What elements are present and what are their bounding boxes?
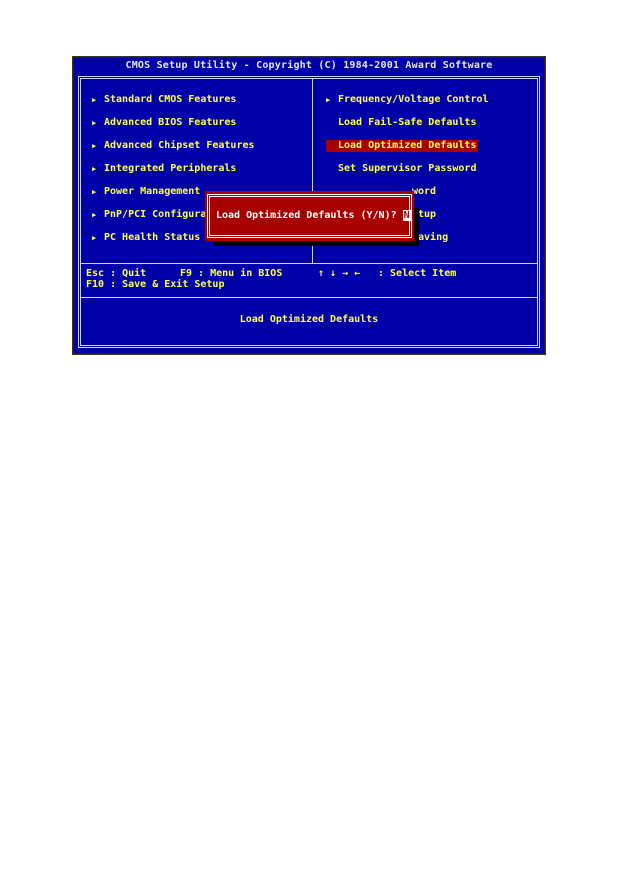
submenu-arrow-icon: ▶ <box>326 96 331 104</box>
menu-item-standard-cmos[interactable]: ▶ Standard CMOS Features <box>92 94 236 106</box>
help-arrow-keys-icon: ↑ ↓ → ← <box>318 268 361 279</box>
submenu-arrow-icon: ▶ <box>92 119 97 127</box>
help-select-item: : Select Item <box>378 268 457 279</box>
menu-item-advanced-chipset[interactable]: ▶ Advanced Chipset Features <box>92 140 255 152</box>
bios-screen: CMOS Setup Utility - Copyright (C) 1984-… <box>73 57 545 354</box>
submenu-arrow-icon: ▶ <box>92 234 97 242</box>
status-line: Load Optimized Defaults <box>239 314 379 325</box>
bios-title: CMOS Setup Utility - Copyright (C) 1984-… <box>125 60 493 71</box>
status-divider <box>81 297 537 298</box>
submenu-arrow-icon: ▶ <box>92 211 97 219</box>
dialog-input[interactable]: N <box>402 210 411 221</box>
help-divider <box>81 263 537 264</box>
menu-item-advanced-bios[interactable]: ▶ Advanced BIOS Features <box>92 117 236 129</box>
menu-item-set-user-password[interactable]: word <box>412 186 436 198</box>
dialog-prompt: Load Optimized Defaults (Y/N)? N <box>216 210 411 221</box>
confirm-dialog: Load Optimized Defaults (Y/N)? N <box>205 191 414 241</box>
help-f10: F10 : Save & Exit Setup <box>86 279 225 290</box>
menu-item-set-supervisor-password[interactable]: Set Supervisor Password <box>338 163 476 175</box>
submenu-arrow-icon: ▶ <box>92 165 97 173</box>
menu-item-frequency-voltage[interactable]: ▶ Frequency/Voltage Control <box>326 94 489 106</box>
menu-item-load-optimized[interactable]: Load Optimized Defaults <box>326 140 479 152</box>
submenu-arrow-icon: ▶ <box>92 188 97 196</box>
menu-item-load-fail-safe[interactable]: Load Fail-Safe Defaults <box>338 117 476 129</box>
menu-item-power-management[interactable]: ▶ Power Management <box>92 186 200 198</box>
submenu-arrow-icon: ▶ <box>92 96 97 104</box>
menu-item-pnp-pci[interactable]: ▶ PnP/PCI Configura <box>92 209 206 221</box>
menu-item-integrated-peripherals[interactable]: ▶ Integrated Peripherals <box>92 163 236 175</box>
menu-item-pc-health[interactable]: ▶ PC Health Status <box>92 232 200 244</box>
submenu-arrow-icon: ▶ <box>92 142 97 150</box>
help-esc: Esc : Quit <box>86 268 147 279</box>
help-f9: F9 : Menu in BIOS <box>180 268 283 279</box>
